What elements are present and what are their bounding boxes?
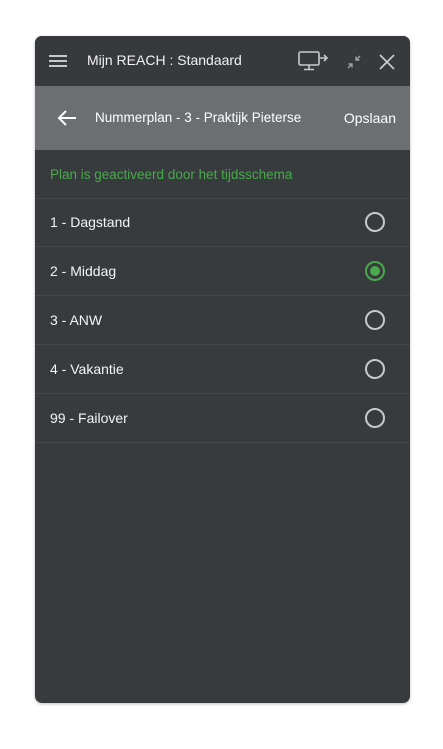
plan-option-middag[interactable]: 2 - Middag — [35, 247, 410, 296]
app-title: Mijn REACH : Standaard — [87, 52, 242, 68]
monitor-arrow-icon[interactable] — [297, 49, 329, 73]
plan-option-dagstand[interactable]: 1 - Dagstand — [35, 198, 410, 247]
radio-button[interactable] — [365, 408, 385, 428]
page-title: Nummerplan - 3 - Praktijk Pieterse — [95, 110, 302, 125]
sub-header: Nummerplan - 3 - Praktijk Pieterse Opsla… — [35, 86, 410, 150]
plan-option-label: 1 - Dagstand — [50, 214, 131, 230]
collapse-arrows-icon[interactable] — [344, 52, 364, 72]
status-row: Plan is geactiveerd door het tijdsschema — [35, 150, 410, 199]
save-button[interactable]: Opslaan — [344, 110, 396, 126]
radio-button[interactable] — [365, 359, 385, 379]
plan-option-label: 4 - Vakantie — [50, 361, 124, 377]
plan-option-label: 99 - Failover — [50, 410, 128, 426]
plan-option-anw[interactable]: 3 - ANW — [35, 296, 410, 345]
radio-button[interactable] — [365, 212, 385, 232]
radio-button[interactable] — [365, 310, 385, 330]
close-icon[interactable] — [377, 52, 397, 72]
plan-option-vakantie[interactable]: 4 - Vakantie — [35, 345, 410, 394]
radio-button-selected[interactable] — [365, 261, 385, 281]
plan-list: 1 - Dagstand 2 - Middag 3 - ANW 4 - Vaka… — [35, 198, 410, 443]
app-window: Mijn REACH : Standaard Nummerplan - 3 - … — [35, 36, 410, 703]
plan-option-label: 2 - Middag — [50, 263, 117, 279]
plan-option-failover[interactable]: 99 - Failover — [35, 394, 410, 443]
plan-option-label: 3 - ANW — [50, 312, 103, 328]
title-bar: Mijn REACH : Standaard — [35, 36, 410, 86]
status-message: Plan is geactiveerd door het tijdsschema — [50, 167, 293, 182]
hamburger-menu-icon[interactable] — [49, 53, 69, 69]
arrow-left-icon[interactable] — [55, 106, 79, 130]
